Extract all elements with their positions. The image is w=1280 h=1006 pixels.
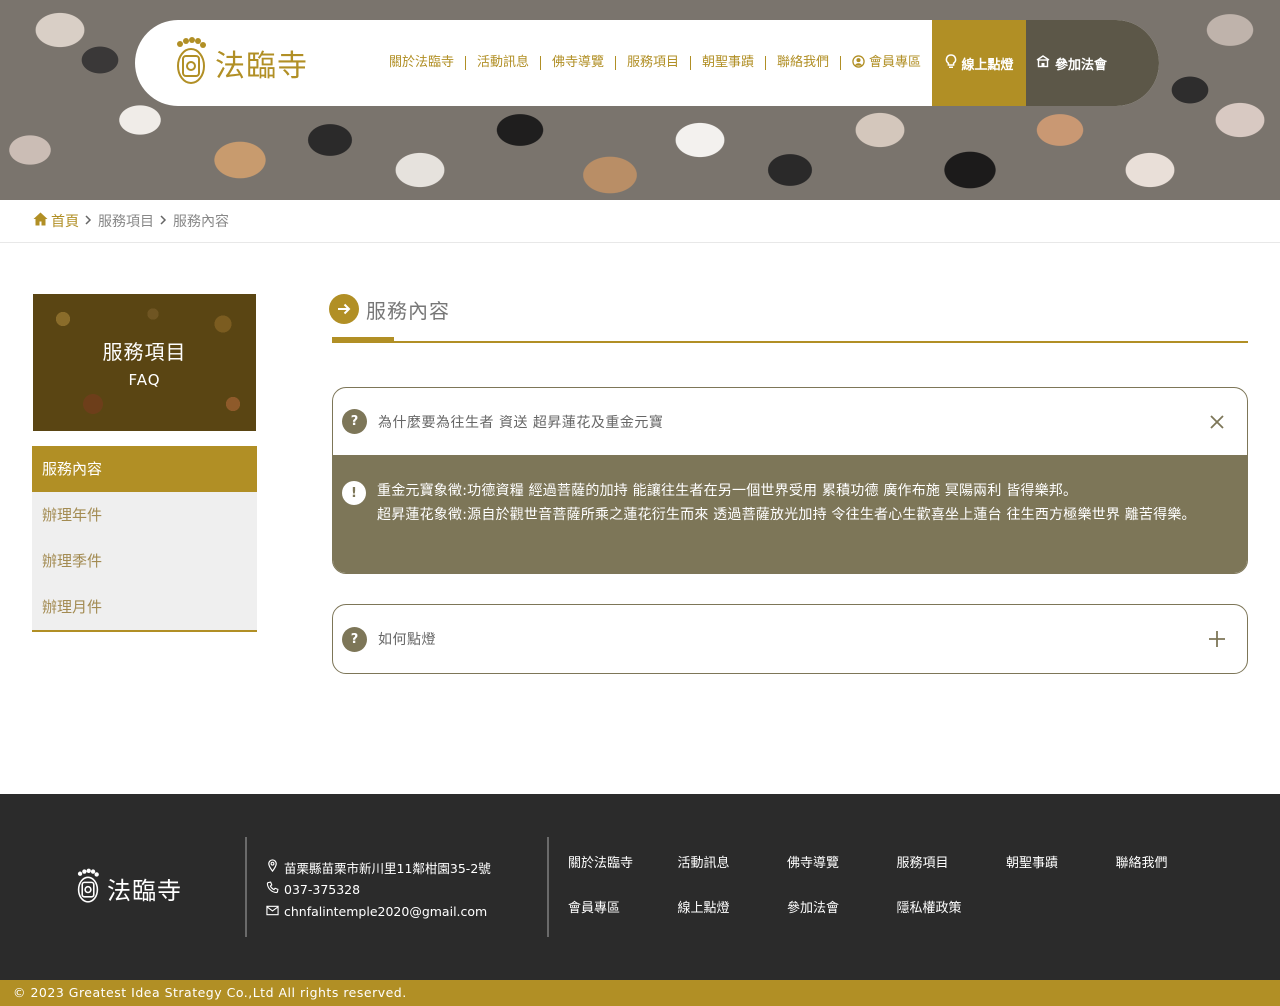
sidebar-banner: 服務項目 FAQ xyxy=(33,294,256,431)
top-navbar: 法臨寺 關於法臨寺 活動訊息 佛寺導覽 服務項目 朝聖事蹟 聯絡我們 會員專區 … xyxy=(135,20,1159,106)
footer-link-pilgrimage[interactable]: 朝聖事蹟 xyxy=(1006,852,1116,871)
breadcrumb-current: 服務內容 xyxy=(173,214,229,230)
breadcrumb: 首頁 服務項目 服務內容 xyxy=(33,211,229,231)
footer-logo[interactable]: 法臨寺 xyxy=(75,866,182,910)
footer-divider xyxy=(547,837,549,937)
hero-banner: 法臨寺 關於法臨寺 活動訊息 佛寺導覽 服務項目 朝聖事蹟 聯絡我們 會員專區 … xyxy=(0,0,1280,200)
chevron-right-icon xyxy=(160,214,167,228)
temple-icon xyxy=(1036,54,1050,72)
sidebar-menu: 服務內容 辦理年件 辦理季件 辦理月件 xyxy=(32,446,257,632)
footer-link-tour[interactable]: 佛寺導覽 xyxy=(787,852,897,871)
sidebar-item-seasonal[interactable]: 辦理季件 xyxy=(32,538,257,584)
online-light-button[interactable]: 線上點燈 xyxy=(932,20,1027,106)
nav-contact[interactable]: 聯絡我們 xyxy=(766,56,842,70)
footer-contact: 苗栗縣苗栗市新川里11鄰柑園35-2號 037-375328 chnfalint… xyxy=(266,856,491,922)
feet-logo-icon xyxy=(173,36,209,90)
page-title-text: 服務內容 xyxy=(366,298,450,323)
faq-answer: 重金元寶象徵:功德資糧 經過菩薩的加持 能讓往生者在另一個世界受用 累積功德 廣… xyxy=(377,480,1196,573)
nav-events[interactable]: 活動訊息 xyxy=(466,56,541,70)
question-badge: ? xyxy=(342,626,367,652)
sidebar-item-service-content[interactable]: 服務內容 xyxy=(32,446,257,492)
location-pin-icon xyxy=(266,859,279,875)
title-underline-accent xyxy=(332,337,394,343)
faq-answer-line: 重金元寶象徵:功德資糧 經過菩薩的加持 能讓往生者在另一個世界受用 累積功德 廣… xyxy=(377,483,1078,499)
faq-question: 為什麼要為往生者 資送 超昇蓮花及重金元寶 xyxy=(378,414,664,431)
answer-badge: ! xyxy=(342,481,366,505)
breadcrumb-services[interactable]: 服務項目 xyxy=(98,211,154,231)
footer-divider xyxy=(245,837,247,937)
lightbulb-icon xyxy=(945,53,957,73)
arrow-right-circle-icon xyxy=(329,294,359,324)
nav-tour[interactable]: 佛寺導覽 xyxy=(541,56,616,70)
main-nav: 關於法臨寺 活動訊息 佛寺導覽 服務項目 朝聖事蹟 聯絡我們 會員專區 xyxy=(378,54,932,72)
footer: 法臨寺 苗栗縣苗栗市新川里11鄰柑園35-2號 037-375328 chnfa… xyxy=(0,794,1280,980)
footer-address-row: 苗栗縣苗栗市新川里11鄰柑園35-2號 xyxy=(266,856,491,878)
sidebar-banner-title: 服務項目 xyxy=(102,340,187,364)
feet-logo-icon xyxy=(75,866,101,910)
footer-logo-text: 法臨寺 xyxy=(107,876,182,905)
footer-link-events[interactable]: 活動訊息 xyxy=(678,852,788,871)
faq-item: ? 如何點燈 xyxy=(332,604,1248,674)
footer-link-member[interactable]: 會員專區 xyxy=(568,897,678,916)
sidebar-item-yearly[interactable]: 辦理年件 xyxy=(32,492,257,538)
footer-links: 關於法臨寺 活動訊息 佛寺導覽 服務項目 朝聖事蹟 聯絡我們 會員專區 線上點燈… xyxy=(568,852,1228,916)
title-underline xyxy=(332,341,1248,343)
faq-item: ? 為什麼要為往生者 資送 超昇蓮花及重金元寶 ! 重金元寶象徵:功德資糧 經過… xyxy=(332,387,1248,574)
faq-answer-panel: ! 重金元寶象徵:功德資糧 經過菩薩的加持 能讓往生者在另一個世界受用 累積功德… xyxy=(333,455,1247,573)
nav-about[interactable]: 關於法臨寺 xyxy=(378,56,466,70)
footer-phone[interactable]: 037-375328 xyxy=(284,882,360,897)
faq-answer-line: 超昇蓮花象徵:源自於觀世音菩薩所乘之蓮花衍生而來 透過菩薩放光加持 令往生者心生… xyxy=(377,506,1196,523)
question-badge: ? xyxy=(342,409,367,434)
breadcrumb-home-label: 首頁 xyxy=(51,214,79,230)
footer-link-privacy[interactable]: 隱私權政策 xyxy=(897,897,1007,916)
site-logo[interactable]: 法臨寺 xyxy=(173,36,373,90)
nav-services[interactable]: 服務項目 xyxy=(616,56,692,70)
faq-question-header[interactable]: ? 為什麼要為往生者 資送 超昇蓮花及重金元寶 xyxy=(333,388,1247,455)
footer-link-contact[interactable]: 聯絡我們 xyxy=(1116,852,1226,871)
online-light-label: 線上點燈 xyxy=(961,57,1014,73)
footer-link-light[interactable]: 線上點燈 xyxy=(678,897,788,916)
breadcrumb-divider xyxy=(0,242,1280,243)
home-icon xyxy=(33,212,48,230)
sidebar-item-monthly[interactable]: 辦理月件 xyxy=(32,584,257,630)
footer-email-row: chnfalintemple2020@gmail.com xyxy=(266,900,491,922)
faq-question: 如何點燈 xyxy=(378,632,436,648)
phone-icon xyxy=(266,881,279,897)
plus-icon[interactable] xyxy=(1207,629,1227,649)
footer-phone-row: 037-375328 xyxy=(266,878,491,900)
user-circle-icon xyxy=(852,54,865,72)
breadcrumb-home[interactable]: 首頁 xyxy=(33,211,79,231)
close-icon[interactable] xyxy=(1207,412,1227,432)
chevron-right-icon xyxy=(85,214,92,228)
page-title: 服務內容 xyxy=(329,294,450,324)
nav-member[interactable]: 會員專區 xyxy=(841,54,932,72)
nav-member-label: 會員專區 xyxy=(869,55,922,70)
footer-link-ceremony[interactable]: 參加法會 xyxy=(787,897,897,916)
faq-question-header[interactable]: ? 如何點燈 xyxy=(333,605,1247,673)
footer-email[interactable]: chnfalintemple2020@gmail.com xyxy=(284,904,487,919)
footer-link-about[interactable]: 關於法臨寺 xyxy=(568,852,678,871)
footer-link-services[interactable]: 服務項目 xyxy=(897,852,1007,871)
join-ceremony-button[interactable]: 參加法會 xyxy=(1026,20,1159,106)
nav-pilgrimage[interactable]: 朝聖事蹟 xyxy=(691,56,767,70)
mail-icon xyxy=(266,904,279,919)
join-ceremony-label: 參加法會 xyxy=(1055,57,1108,73)
sidebar-banner-subtitle: FAQ xyxy=(128,371,161,389)
copyright-bar: © 2023 Greatest Idea Strategy Co.,Ltd Al… xyxy=(0,980,1280,1006)
logo-text: 法臨寺 xyxy=(215,49,308,84)
footer-address: 苗栗縣苗栗市新川里11鄰柑園35-2號 xyxy=(284,860,491,876)
